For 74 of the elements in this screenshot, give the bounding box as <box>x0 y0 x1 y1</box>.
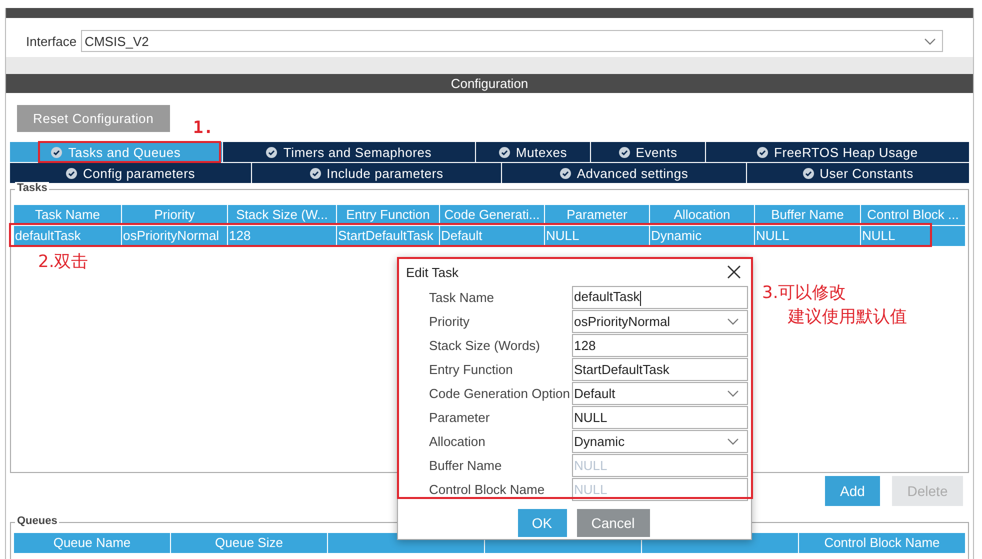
annotation-text: 2.双击 <box>38 251 88 274</box>
field-label: Buffer Name <box>429 457 503 475</box>
check-circle-icon <box>757 146 768 158</box>
annotation-text: 建议使用默认值 <box>786 306 907 329</box>
check-circle-icon <box>498 146 510 158</box>
chevron-down-icon <box>727 438 739 445</box>
column-header: Stack Size (W... <box>228 205 336 225</box>
ok-button[interactable]: OK <box>518 509 566 537</box>
input-field[interactable]: 128 <box>572 334 748 357</box>
tab[interactable]: Include parameters <box>252 163 501 183</box>
table-cell[interactable]: Dynamic <box>650 226 754 246</box>
tab[interactable]: Config parameters <box>10 163 251 183</box>
field-label: Interface <box>26 34 77 48</box>
column-header: Buffer Name <box>755 205 860 225</box>
add-button[interactable]: Add <box>825 476 880 506</box>
field-label: Priority <box>429 313 470 331</box>
column-header: Parameter <box>545 205 649 225</box>
tab[interactable]: Tasks and Queues <box>10 142 222 162</box>
annotation-text: 3.可以修改 <box>762 282 848 305</box>
check-circle-icon <box>560 168 571 178</box>
table-cell[interactable]: defaultTask <box>14 226 121 246</box>
dialog-title: Edit Task <box>406 264 459 280</box>
reset-button[interactable]: Reset Configuration <box>17 105 170 132</box>
table-cell[interactable]: Default <box>440 226 544 246</box>
input-field[interactable]: defaultTask <box>572 286 748 309</box>
check-circle-icon <box>66 168 77 178</box>
chevron-down-icon <box>727 318 739 325</box>
dropdown-field[interactable]: Dynamic <box>572 430 748 453</box>
column-header: Queue Name <box>14 533 170 553</box>
panel-title: Tasks <box>15 182 50 194</box>
tab[interactable]: FreeRTOS Heap Usage <box>706 142 969 162</box>
column-header: Entry Function <box>337 205 439 225</box>
table-cell[interactable]: StartDefaultTask <box>337 226 439 246</box>
column-header: Allocation <box>650 205 754 225</box>
check-circle-icon <box>266 146 278 158</box>
tab[interactable]: Timers and Semaphores <box>223 142 475 162</box>
check-circle-icon <box>802 168 814 178</box>
check-circle-icon <box>618 146 630 158</box>
dropdown-field[interactable]: osPriorityNormal <box>572 310 748 333</box>
chevron-down-icon <box>727 390 739 397</box>
field-label: Task Name <box>429 289 496 307</box>
column-header: Control Block ... <box>861 205 965 225</box>
tab[interactable]: Events <box>591 142 705 162</box>
chevron-down-icon <box>924 38 936 44</box>
table-cell[interactable]: 128 <box>228 226 336 246</box>
table-cell[interactable]: NULL <box>545 226 649 246</box>
input-field[interactable]: NULL <box>572 406 748 429</box>
field-label: Allocation <box>429 433 486 451</box>
tab[interactable]: Advanced settings <box>502 163 746 183</box>
column-header: Code Generati... <box>440 205 544 225</box>
tab[interactable]: User Constants <box>747 163 969 183</box>
column-header: Queue Size <box>171 533 327 553</box>
column-header: Task Name <box>14 205 121 225</box>
column-header: Priority <box>122 205 227 225</box>
tab[interactable]: Mutexes <box>476 142 590 162</box>
table-cell[interactable]: NULL <box>755 226 860 246</box>
close-icon[interactable] <box>727 265 741 279</box>
annotation-text: 1. <box>193 117 214 140</box>
field-label: Control Block Name <box>429 481 546 499</box>
field-label: Stack Size (Words) <box>429 337 542 355</box>
cancel-button[interactable]: Cancel <box>576 509 650 537</box>
dropdown-field[interactable]: CMSIS_V2 <box>80 30 943 52</box>
table-cell[interactable]: osPriorityNormal <box>122 226 227 246</box>
column-header: Control Block Name <box>799 533 965 553</box>
dropdown-field[interactable]: Default <box>572 382 748 405</box>
check-circle-icon <box>310 168 321 178</box>
section-header: Configuration <box>6 74 973 93</box>
input-field[interactable]: StartDefaultTask <box>572 358 748 381</box>
field-label: Code Generation Option <box>429 385 571 403</box>
panel-title: Queues <box>15 515 60 527</box>
table-cell[interactable]: NULL <box>861 226 965 246</box>
field-label: Entry Function <box>429 361 514 379</box>
check-circle-icon <box>51 146 62 158</box>
field-label: Parameter <box>429 409 491 427</box>
